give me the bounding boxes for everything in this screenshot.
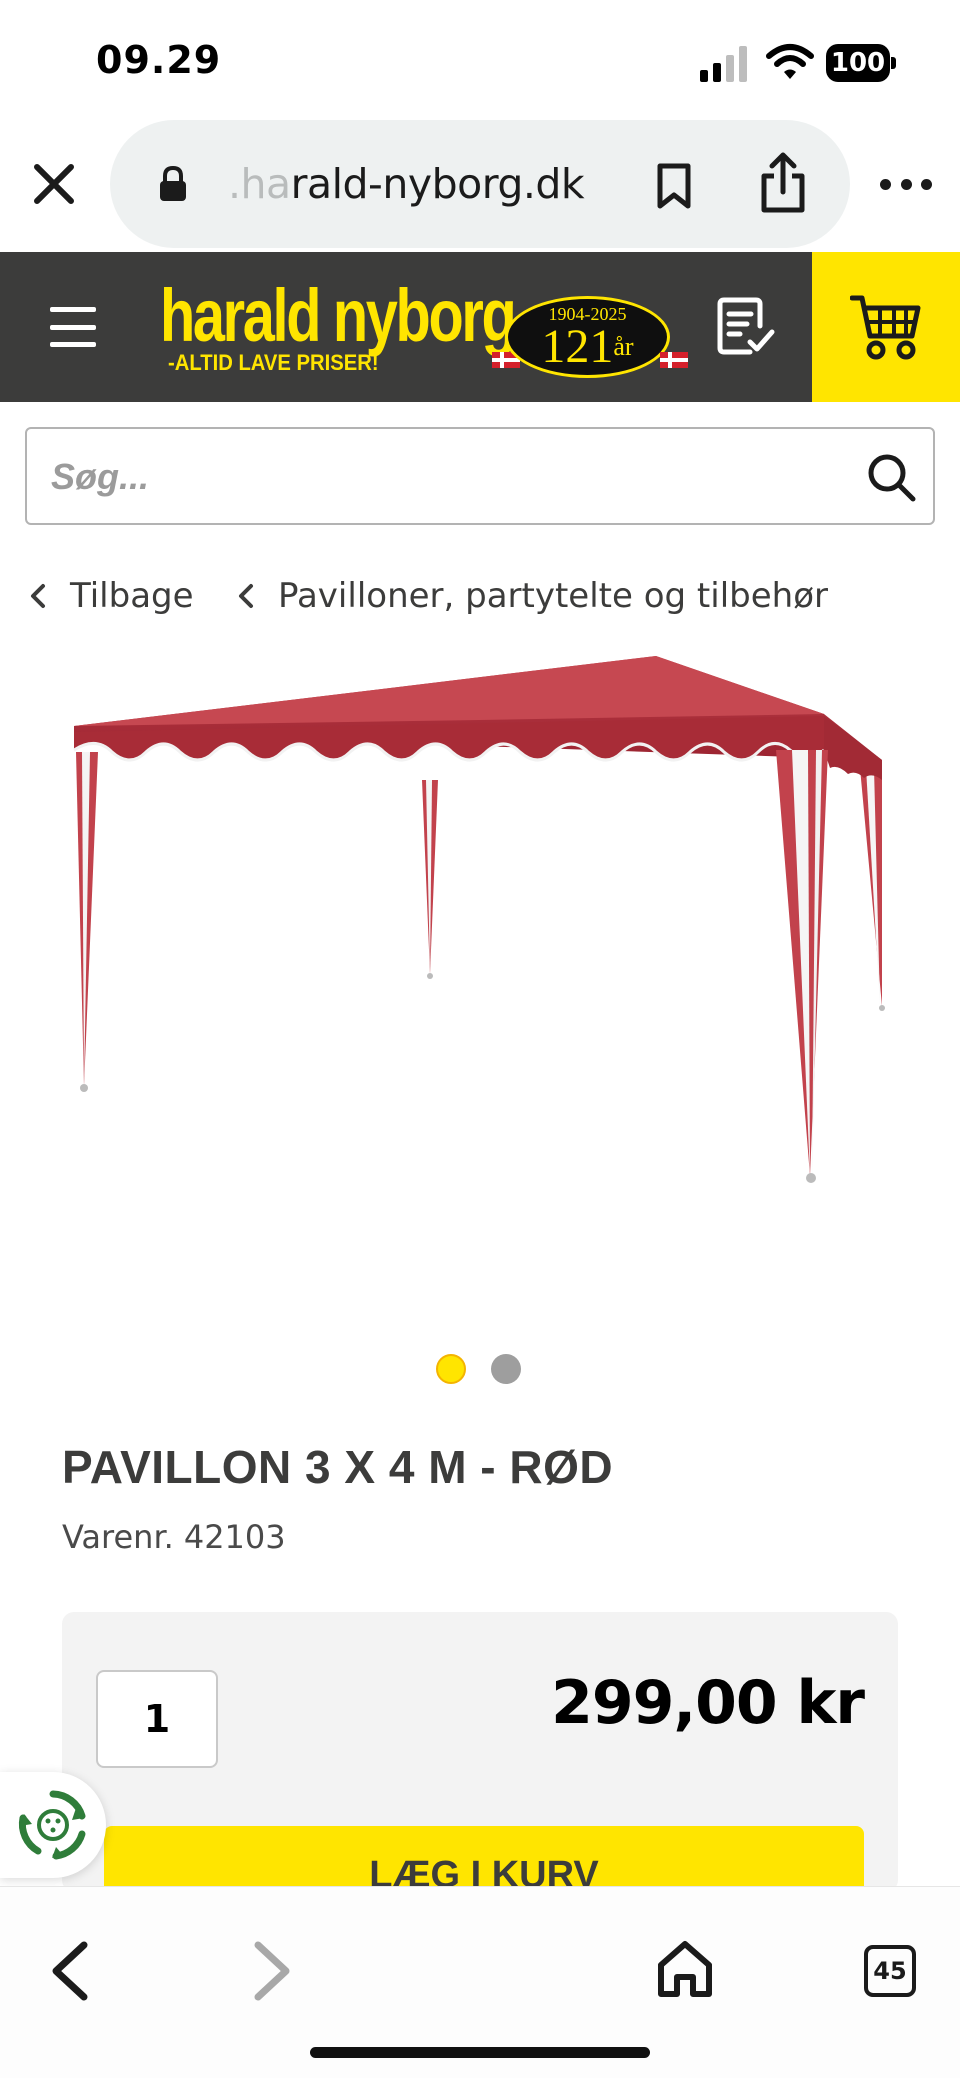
address-bar[interactable]: .harald-nyborg.dk: [110, 120, 850, 248]
carousel-dot[interactable]: [491, 1354, 521, 1384]
url-text: .harald-nyborg.dk: [228, 160, 585, 208]
breadcrumb-back-label: Tilbage: [70, 576, 194, 616]
close-icon: [34, 164, 74, 204]
recycle-icon: [18, 1790, 86, 1860]
floating-badge[interactable]: [0, 1772, 106, 1878]
url-domain: rald-nyborg.dk: [290, 160, 585, 208]
forward-icon[interactable]: [248, 1939, 296, 2003]
close-button[interactable]: [28, 158, 80, 210]
product-sku: Varenr. 42103: [62, 1518, 286, 1556]
status-bar: 09.29 100: [0, 0, 960, 120]
breadcrumb-category-label: Pavilloner, partytelte og tilbehør: [278, 576, 828, 616]
bookmark-icon[interactable]: [652, 162, 696, 210]
back-icon[interactable]: [46, 1939, 94, 2003]
cart-icon: [850, 295, 921, 360]
quantity-input[interactable]: [96, 1670, 218, 1768]
home-icon[interactable]: [656, 1939, 714, 1999]
product-price: 299,00 kr: [551, 1668, 865, 1738]
tabs-button[interactable]: 45: [864, 1945, 916, 1997]
chevron-left-icon: [239, 584, 253, 608]
badge-count: 121år: [541, 320, 634, 373]
share-icon[interactable]: [756, 152, 810, 214]
browser-toolbar: .harald-nyborg.dk: [0, 120, 960, 252]
shopping-list-icon[interactable]: [714, 296, 776, 358]
url-faded-prefix: .ha: [228, 160, 291, 208]
logo-slogan: -ALTID LAVE PRISER!: [168, 350, 379, 375]
carousel-dot-active[interactable]: [436, 1354, 466, 1384]
home-indicator: [310, 2047, 650, 2058]
sku-label: Varenr.: [62, 1518, 174, 1556]
cart-button[interactable]: [812, 252, 960, 402]
danish-flag-icon: [660, 352, 688, 368]
search-icon[interactable]: [865, 451, 917, 503]
lock-icon: [160, 166, 186, 201]
breadcrumb-back-link[interactable]: Tilbage: [28, 576, 194, 616]
status-time: 09.29: [96, 38, 222, 82]
product-title: PAVILLON 3 X 4 M - RØD: [62, 1441, 614, 1493]
browser-bottom-bar: 45: [0, 1886, 960, 2078]
breadcrumb: Tilbage Pavilloner, partytelte og tilbeh…: [28, 572, 948, 628]
more-icon[interactable]: [880, 176, 932, 192]
sku-value: 42103: [183, 1518, 286, 1556]
signal-icon: [700, 46, 747, 82]
logo[interactable]: harald nyborg -ALTID LAVE PRISER! 1904-2…: [160, 274, 688, 380]
battery-icon: 100: [826, 44, 896, 82]
anniversary-badge: 1904-2025 121år: [505, 296, 670, 378]
breadcrumb-category-link[interactable]: Pavilloner, partytelte og tilbehør: [236, 576, 828, 616]
carousel-dots: [436, 1354, 526, 1384]
search-box: [25, 427, 935, 525]
site-header: harald nyborg -ALTID LAVE PRISER! 1904-2…: [0, 252, 960, 402]
battery-level: 100: [826, 44, 890, 82]
product-image[interactable]: [60, 640, 900, 1200]
logo-name: harald nyborg: [160, 274, 517, 357]
wifi-icon: [766, 44, 814, 79]
search-input[interactable]: [51, 449, 831, 505]
menu-icon[interactable]: [50, 307, 96, 347]
chevron-left-icon: [31, 584, 45, 608]
